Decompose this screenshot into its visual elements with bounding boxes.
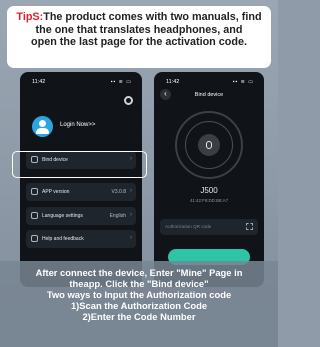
instruction-line-5: 2)Enter the Code Number	[82, 311, 196, 322]
login-now-link[interactable]: Login Now>>	[60, 122, 95, 128]
chevron-right-icon: ›	[130, 212, 132, 218]
instruction-line-3: Two ways to Input the Authorization code	[46, 289, 232, 300]
tips-box: TipS:The product comes with two manuals,…	[7, 6, 271, 68]
menu-item-label: Language settings	[42, 213, 83, 219]
instruction-line-1: After connect the device, Enter "Mine" P…	[35, 267, 243, 278]
chevron-right-icon: ›	[130, 188, 132, 194]
tips-label: TipS:	[16, 11, 44, 23]
device-mac: 41:42:F9:DD:B8:A7	[189, 198, 229, 203]
tips-line-1: TipS:The product comes with two manuals,…	[7, 11, 271, 24]
tips-line-2: the one that translates headphones, and	[35, 23, 243, 36]
menu-item-app-version[interactable]: APP version V3.0.8 ›	[26, 183, 136, 201]
authorization-code-input[interactable]: Authorization QR code	[160, 219, 258, 235]
mine-page-phone: 11:42 ▪▪ ≋ ▭ Login Now>> Bind device › A…	[20, 72, 142, 287]
chevron-right-icon: ›	[130, 235, 132, 241]
device-model: J500	[200, 186, 218, 195]
status-bar: 11:42 ▪▪ ≋ ▭	[166, 79, 254, 87]
menu-item-value: English	[109, 213, 126, 219]
bind-device-phone: 11:42 ▪▪ ≋ ▭ ‹ Bind device J500 41:42:F9…	[154, 72, 264, 287]
earbud-icon	[198, 134, 220, 156]
menu-item-value: V3.0.8	[111, 189, 126, 195]
bind-device-highlight	[12, 151, 147, 178]
status-time: 11:42	[32, 79, 46, 85]
page: TipS:The product comes with two manuals,…	[0, 0, 278, 347]
language-icon	[31, 212, 38, 219]
gear-icon[interactable]	[124, 96, 133, 105]
page-title: Bind device	[194, 92, 224, 98]
instruction-line-4: 1)Scan the Authorization Code	[70, 300, 208, 311]
help-icon	[31, 235, 38, 242]
status-icons: ▪▪ ≋ ▭	[110, 79, 132, 85]
status-bar: 11:42 ▪▪ ≋ ▭	[32, 79, 132, 87]
menu-item-label: APP version	[42, 189, 70, 195]
status-time: 11:42	[166, 79, 180, 85]
menu-item-label: Help and feedback	[42, 236, 84, 242]
tips-text-1: The product comes with two manuals, find	[43, 11, 262, 23]
auth-placeholder: Authorization QR code	[165, 224, 212, 229]
menu-item-help[interactable]: Help and feedback ›	[26, 230, 136, 248]
info-icon	[31, 188, 38, 195]
scan-icon[interactable]	[246, 223, 253, 230]
menu-item-language[interactable]: Language settings English ›	[26, 207, 136, 225]
tips-line-3: open the last page for the activation co…	[31, 36, 247, 49]
instructions-panel: After connect the device, Enter "Mine" P…	[0, 261, 278, 347]
avatar	[32, 116, 53, 137]
status-icons: ▪▪ ≋ ▭	[232, 79, 254, 85]
instruction-line-2: theapp. Click the "Bind device"	[69, 278, 209, 289]
